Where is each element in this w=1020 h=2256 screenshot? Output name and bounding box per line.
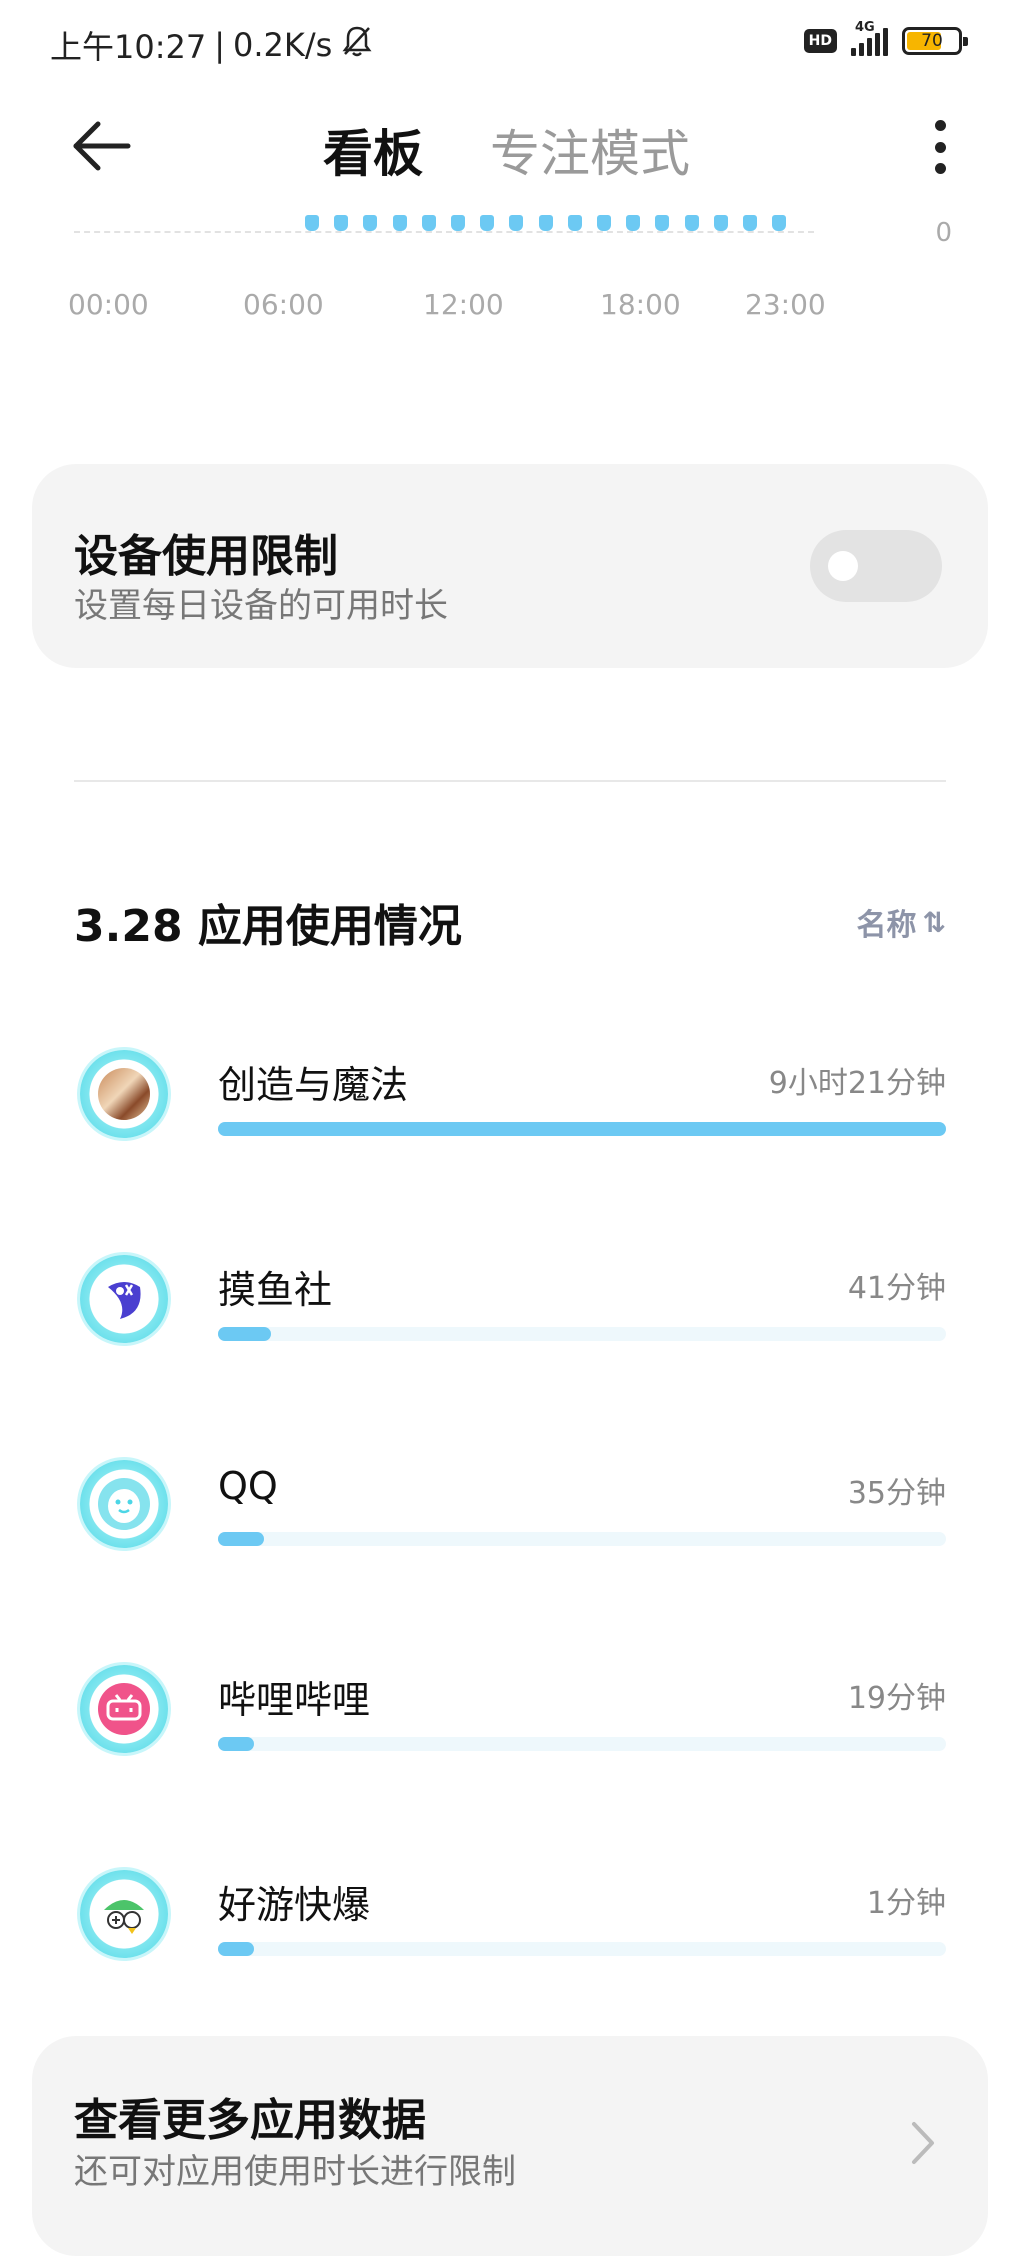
app-row-qq[interactable]: QQ 35分钟	[0, 1460, 1020, 1610]
more-dot-icon	[934, 163, 946, 174]
hourly-bar	[597, 215, 611, 231]
hourly-bar	[509, 215, 524, 231]
app-icon-creation-magic	[80, 1050, 168, 1138]
signal-icon: 4G	[851, 20, 888, 56]
status-bar: 上午10:27 | 0.2K/s HD 4G 70	[0, 0, 1020, 90]
usage-bar-fill	[218, 1122, 946, 1136]
app-icon-moyushe	[80, 1255, 168, 1343]
status-time: 上午10:27	[50, 28, 207, 66]
header: 看板 专注模式	[0, 90, 1020, 200]
haoyoukuaibao-logo-icon	[98, 1888, 150, 1940]
hourly-usage-chart: 0 00:00 06:00 12:00 18:00 23:00	[0, 200, 1020, 330]
arrow-left-icon	[73, 121, 131, 171]
more-app-data-card[interactable]: 查看更多应用数据 还可对应用使用时长进行限制	[32, 2036, 988, 2256]
usage-bar-track	[218, 1122, 946, 1136]
hourly-bar	[567, 215, 582, 231]
hourly-bar	[538, 215, 553, 231]
bell-muted-icon	[340, 24, 374, 66]
y-axis-zero-label: 0	[935, 218, 952, 248]
hourly-bar	[392, 215, 407, 231]
app-name: 摸鱼社	[218, 1268, 333, 1312]
usage-bar-fill	[218, 1327, 272, 1341]
divider	[74, 780, 946, 782]
app-name: QQ	[218, 1464, 278, 1508]
hourly-bar	[421, 215, 436, 231]
sort-button[interactable]: 名称 ⇅	[857, 900, 946, 944]
hd-badge: HD	[803, 29, 837, 53]
network-type: 4G	[855, 20, 875, 35]
hourly-bar	[363, 215, 378, 231]
hourly-bar	[655, 215, 670, 231]
hourly-bar	[626, 215, 641, 231]
hourly-bar	[305, 215, 319, 231]
tab-dashboard[interactable]: 看板	[323, 114, 423, 186]
hourly-bar	[743, 215, 757, 231]
net-speed: 0.2K/s	[233, 26, 333, 64]
app-icon-haoyoukuaibao	[80, 1870, 168, 1958]
app-row-bilibili[interactable]: 哔哩哔哩 19分钟	[0, 1665, 1020, 1815]
device-limit-title: 设备使用限制	[74, 531, 338, 582]
chart-baseline	[74, 231, 814, 233]
time-label: 23:00	[745, 288, 826, 321]
bilibili-logo-icon	[98, 1683, 150, 1735]
time-label: 06:00	[243, 288, 324, 321]
app-icon-qq	[80, 1460, 168, 1548]
chevron-right-icon	[902, 2118, 942, 2168]
app-name: 好游快爆	[218, 1883, 371, 1927]
battery-icon: 70	[902, 27, 968, 55]
more-dot-icon	[934, 141, 946, 153]
app-icon-bilibili	[80, 1665, 168, 1753]
device-limit-toggle[interactable]	[810, 530, 942, 602]
more-data-title: 查看更多应用数据	[74, 2095, 426, 2146]
more-dot-icon	[934, 120, 946, 131]
usage-bar-track	[218, 1737, 946, 1751]
time-label: 12:00	[423, 288, 504, 321]
hourly-bar	[713, 215, 728, 231]
moyushe-logo-icon	[98, 1273, 150, 1325]
app-usage-time: 9小时21分钟	[768, 1066, 946, 1101]
status-left: 上午10:27 | 0.2K/s	[50, 22, 374, 68]
back-button[interactable]	[70, 118, 134, 174]
app-name: 哔哩哔哩	[218, 1678, 371, 1722]
usage-bar-fill	[218, 1532, 264, 1546]
app-row-creation-magic[interactable]: 创造与魔法 9小时21分钟	[0, 1050, 1020, 1200]
usage-bar-track	[218, 1942, 946, 1956]
battery-level: 70	[921, 31, 943, 51]
status-separator: |	[214, 26, 226, 64]
app-usage-time: 41分钟	[847, 1271, 946, 1306]
app-name: 创造与魔法	[218, 1063, 409, 1107]
qq-penguin-icon	[98, 1478, 150, 1530]
hourly-bar	[451, 215, 465, 231]
more-data-subtitle: 还可对应用使用时长进行限制	[74, 2152, 516, 2192]
game-avatar-icon	[98, 1068, 150, 1120]
app-usage-time: 19分钟	[847, 1681, 946, 1716]
usage-bar-track	[218, 1327, 946, 1341]
time-label: 00:00	[68, 288, 149, 321]
usage-bar-track	[218, 1532, 946, 1546]
toggle-knob	[828, 551, 858, 581]
device-limit-subtitle: 设置每日设备的可用时长	[74, 586, 448, 626]
app-row-moyushe[interactable]: 摸鱼社 41分钟	[0, 1255, 1020, 1405]
hourly-bar	[480, 215, 495, 231]
tab-focus-mode[interactable]: 专注模式	[490, 114, 690, 186]
status-right: HD 4G 70	[803, 20, 968, 56]
usage-bar-fill	[218, 1737, 255, 1751]
time-label: 18:00	[600, 288, 681, 321]
hourly-bar	[334, 215, 349, 231]
usage-bar-fill	[218, 1942, 255, 1956]
app-usage-time: 35分钟	[847, 1476, 946, 1511]
device-limit-card[interactable]: 设备使用限制 设置每日设备的可用时长	[32, 464, 988, 668]
app-row-haoyoukuaibao[interactable]: 好游快爆 1分钟	[0, 1870, 1020, 2020]
hourly-bar	[684, 215, 699, 231]
usage-section-title: 3.28 应用使用情况	[74, 901, 462, 952]
more-options-button[interactable]	[930, 120, 950, 174]
sort-icon: ⇅	[922, 905, 946, 939]
sort-label: 名称	[856, 908, 917, 943]
hourly-bar	[772, 215, 787, 231]
app-usage-time: 1分钟	[866, 1886, 946, 1921]
